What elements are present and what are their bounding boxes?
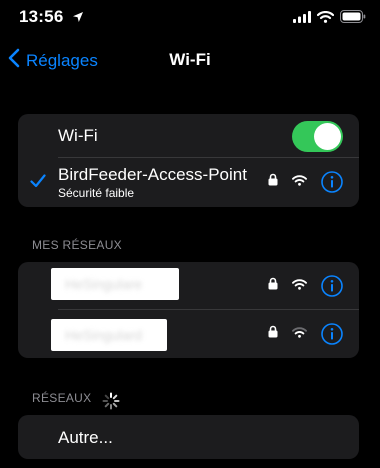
location-arrow-icon [72,10,84,28]
connected-network-name: BirdFeeder-Access-Point [58,165,247,184]
wifi-toggle-label: Wi-Fi [58,126,98,145]
checkmark-icon [30,174,46,193]
other-network-label: Autre... [58,428,113,447]
my-networks-header: MES RÉSEAUX [32,238,122,252]
cellular-signal-icon [293,10,311,28]
toggle-knob [314,123,341,150]
network-name-redacted: HeSingulare [51,268,179,300]
wifi-toggle-row: Wi-Fi [18,114,359,158]
lock-icon [268,325,278,343]
status-bar: 13:56 [0,0,380,36]
lock-icon [268,173,278,191]
wifi-toggle-switch[interactable] [292,121,343,152]
info-icon[interactable] [321,275,343,297]
connected-network-security: Sécurité faible [58,186,135,200]
loading-spinner-icon [102,392,120,415]
my-networks-group: HeSingulare HeSingulard [18,262,359,358]
page-title: Wi-Fi [169,50,211,69]
list-item[interactable]: HeSingulard [18,310,359,358]
wifi-signal-icon [292,277,307,295]
wifi-signal-icon [292,325,307,343]
info-icon[interactable] [321,171,343,193]
info-icon[interactable] [321,323,343,345]
battery-icon [340,10,366,28]
navigation-bar: Réglages Wi-Fi [0,42,380,78]
network-name-redacted: HeSingulard [51,319,167,351]
list-item[interactable]: HeSingulare [18,262,359,310]
other-network-button[interactable]: Autre... [18,415,359,459]
wifi-signal-icon [292,173,307,191]
networks-header: RÉSEAUX [32,391,92,405]
wifi-main-group: Wi-Fi BirdFeeder-Access-Point Sécurité f… [18,114,359,207]
connected-network-row[interactable]: BirdFeeder-Access-Point Sécurité faible [18,158,359,207]
wifi-status-icon [316,10,335,28]
lock-icon [268,277,278,295]
status-time: 13:56 [19,7,64,26]
